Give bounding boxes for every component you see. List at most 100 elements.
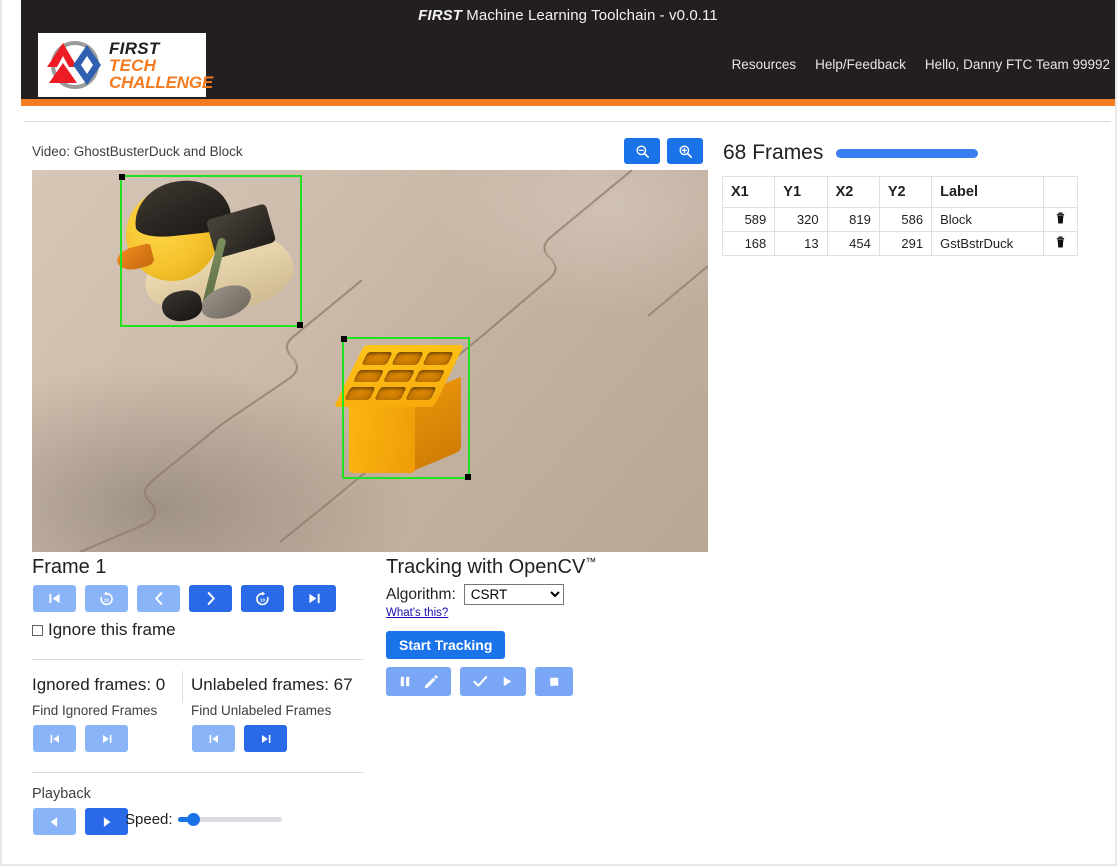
cell-y1[interactable]: 320 bbox=[774, 207, 828, 232]
cell-delete bbox=[1043, 207, 1078, 232]
content-top-divider bbox=[24, 121, 1111, 122]
whats-this-link[interactable]: What's this? bbox=[386, 607, 448, 619]
bbox-handle-top-left[interactable] bbox=[119, 174, 125, 180]
bounding-box-table: X1 Y1 X2 Y2 Label 589 320 819 586 Block bbox=[721, 176, 1078, 256]
video-canvas[interactable] bbox=[32, 170, 708, 552]
bounding-box-duck[interactable] bbox=[119, 174, 303, 328]
zoom-out-button[interactable] bbox=[624, 138, 660, 164]
ftc-logo-text: FIRST TECH CHALLENGE bbox=[109, 40, 213, 91]
algorithm-select[interactable]: CSRT bbox=[463, 584, 564, 605]
play-icon bbox=[503, 676, 512, 687]
ftc-logo-mark-icon bbox=[43, 37, 105, 93]
ftc-logo-first: FIRST bbox=[109, 38, 160, 58]
play-left-icon bbox=[50, 816, 58, 827]
cell-y1[interactable]: 13 bbox=[774, 231, 828, 256]
find-previous-unlabeled-button[interactable] bbox=[192, 725, 235, 752]
first-frame-button[interactable] bbox=[33, 585, 76, 612]
trash-icon[interactable] bbox=[1056, 236, 1065, 251]
table-row[interactable]: 168 13 454 291 GstBstrDuck bbox=[721, 231, 1078, 256]
column-header-y2: Y2 bbox=[878, 176, 933, 208]
svg-text:10: 10 bbox=[104, 597, 110, 603]
app-title-brand: FIRST bbox=[418, 7, 463, 24]
find-next-unlabeled-button[interactable] bbox=[244, 725, 287, 752]
find-ignored-frames-label: Find Ignored Frames bbox=[32, 703, 158, 718]
column-header-label: Label bbox=[931, 176, 1045, 208]
nav-user-greeting[interactable]: Hello, Danny FTC Team 99992 bbox=[925, 57, 1110, 72]
skip-to-start-icon bbox=[209, 734, 218, 743]
tracking-control-buttons bbox=[386, 667, 573, 696]
app-header: FIRST Machine Learning Toolchain - v0.0.… bbox=[21, 0, 1115, 106]
pause-icon bbox=[400, 676, 410, 687]
algorithm-label: Algorithm: bbox=[386, 585, 456, 603]
chevron-right-icon bbox=[207, 592, 215, 605]
cell-y2[interactable]: 586 bbox=[878, 207, 933, 232]
play-forward-button[interactable] bbox=[85, 808, 128, 835]
table-row[interactable]: 589 320 819 586 Block bbox=[721, 207, 1078, 232]
find-next-ignored-button[interactable] bbox=[85, 725, 128, 752]
bbox-handle-bottom-right[interactable] bbox=[297, 322, 303, 328]
nav-help-feedback[interactable]: Help/Feedback bbox=[815, 57, 906, 72]
speed-slider-thumb[interactable] bbox=[187, 813, 200, 826]
skip-to-start-icon bbox=[50, 734, 59, 743]
cell-x1[interactable]: 589 bbox=[721, 207, 776, 232]
cell-label[interactable]: Block bbox=[931, 207, 1045, 232]
start-tracking-button[interactable]: Start Tracking bbox=[386, 631, 506, 659]
skip-to-end-icon bbox=[261, 734, 270, 743]
speed-slider[interactable] bbox=[178, 811, 282, 828]
cell-label[interactable]: GstBstrDuck bbox=[931, 231, 1045, 256]
algorithm-row: Algorithm: CSRT bbox=[386, 584, 564, 605]
cell-x1[interactable]: 168 bbox=[721, 231, 776, 256]
column-header-x2: X2 bbox=[826, 176, 880, 208]
frame-number-label: Frame 1 bbox=[32, 556, 107, 578]
ftc-logo-tech: TECH bbox=[109, 55, 157, 75]
skip-to-end-icon bbox=[102, 734, 111, 743]
pencil-icon bbox=[424, 674, 439, 688]
accept-continue-tracking-button[interactable] bbox=[460, 667, 526, 696]
frames-progress-bar bbox=[836, 148, 979, 158]
frames-count-label: 68 Frames bbox=[723, 141, 824, 164]
forward-10-icon: 10 bbox=[256, 590, 269, 605]
forward-ten-frames-button[interactable]: 10 bbox=[241, 585, 284, 612]
cell-y2[interactable]: 291 bbox=[878, 231, 933, 256]
pause-edit-tracking-button[interactable] bbox=[386, 667, 451, 696]
cell-x2[interactable]: 454 bbox=[826, 231, 880, 256]
cell-x2[interactable]: 819 bbox=[826, 207, 880, 232]
magnifier-plus-icon bbox=[679, 145, 692, 158]
frames-header: 68 Frames bbox=[723, 141, 979, 165]
find-ignored-buttons bbox=[33, 725, 128, 752]
next-frame-button[interactable] bbox=[189, 585, 232, 612]
column-header-y1: Y1 bbox=[774, 176, 828, 208]
skip-to-end-icon bbox=[309, 593, 320, 604]
bbox-handle-bottom-right[interactable] bbox=[465, 474, 471, 480]
ftc-logo-challenge: CHALLENGE bbox=[109, 72, 213, 92]
play-reverse-button[interactable] bbox=[33, 808, 76, 835]
cell-delete bbox=[1043, 231, 1078, 256]
find-unlabeled-buttons bbox=[192, 725, 287, 752]
nav-resources[interactable]: Resources bbox=[732, 57, 797, 72]
last-frame-button[interactable] bbox=[293, 585, 336, 612]
app-page: FIRST Machine Learning Toolchain - v0.0.… bbox=[0, 0, 1117, 866]
stop-tracking-button[interactable] bbox=[535, 667, 573, 696]
controls-divider-top bbox=[32, 659, 364, 660]
ftc-logo: FIRST TECH CHALLENGE bbox=[38, 33, 213, 97]
video-title: Video: GhostBusterDuck and Block bbox=[32, 144, 243, 159]
ignored-frames-count: Ignored frames: 0 bbox=[32, 675, 166, 694]
stop-icon bbox=[550, 677, 559, 686]
svg-text:10: 10 bbox=[260, 597, 266, 603]
ignore-frame-row: Ignore this frame bbox=[32, 620, 176, 640]
ignore-frame-checkbox[interactable] bbox=[32, 624, 43, 636]
app-title: FIRST Machine Learning Toolchain - v0.0.… bbox=[21, 7, 1115, 24]
previous-frame-button[interactable] bbox=[137, 585, 180, 612]
bbox-handle-top-left[interactable] bbox=[341, 336, 347, 342]
zoom-in-button[interactable] bbox=[667, 138, 703, 164]
play-right-icon bbox=[103, 816, 111, 827]
bounding-box-block[interactable] bbox=[341, 336, 471, 480]
magnifier-minus-icon bbox=[636, 145, 649, 158]
back-ten-frames-button[interactable]: 10 bbox=[85, 585, 128, 612]
find-previous-ignored-button[interactable] bbox=[33, 725, 76, 752]
column-header-actions bbox=[1043, 176, 1078, 208]
trash-icon[interactable] bbox=[1056, 212, 1065, 227]
check-icon bbox=[473, 676, 488, 687]
find-unlabeled-frames-label: Find Unlabeled Frames bbox=[191, 703, 332, 718]
replay-10-icon: 10 bbox=[100, 590, 113, 605]
